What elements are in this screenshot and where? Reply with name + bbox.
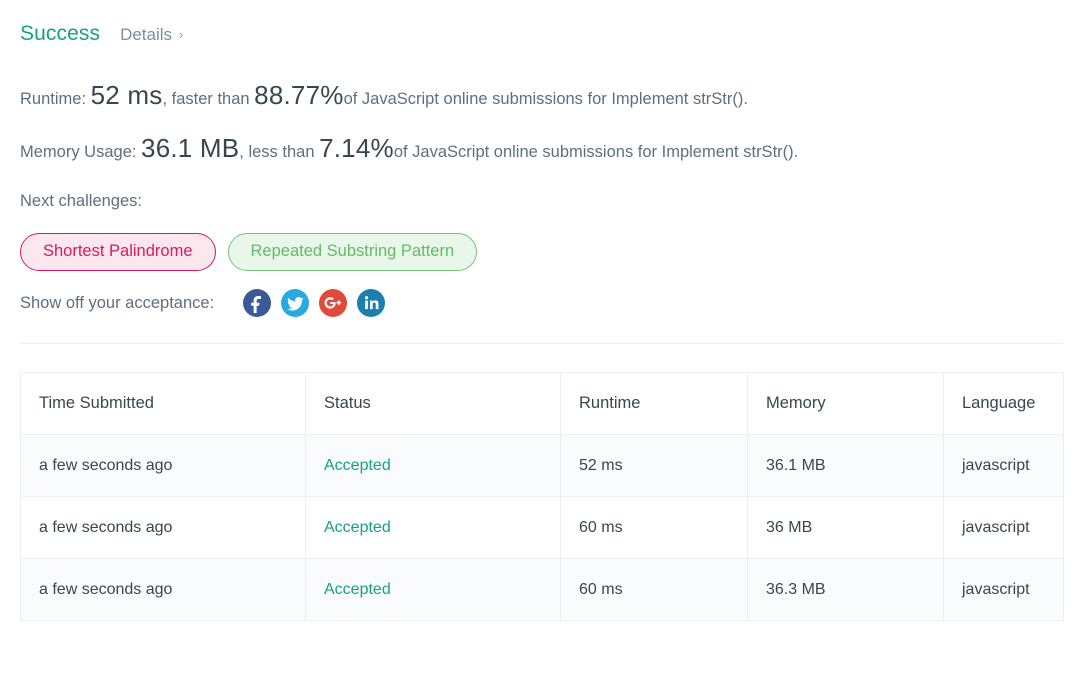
- status-badge[interactable]: Accepted: [324, 457, 391, 474]
- submission-result-page: Success Details › Runtime: 52 ms, faster…: [0, 0, 1080, 683]
- cell-time-submitted: a few seconds ago: [20, 434, 306, 497]
- table-row[interactable]: a few seconds ago Accepted 60 ms 36 MB j…: [20, 496, 1064, 559]
- google-plus-icon[interactable]: [319, 289, 348, 317]
- runtime-mid-text: , faster than: [162, 90, 250, 108]
- column-header-language: Language: [943, 372, 1064, 435]
- table-row[interactable]: a few seconds ago Accepted 52 ms 36.1 MB…: [20, 434, 1064, 497]
- share-label: Show off your acceptance:: [20, 293, 215, 312]
- status-badge[interactable]: Accepted: [324, 581, 391, 598]
- submissions-table-head: Time Submitted Status Runtime Memory Lan…: [20, 372, 1064, 435]
- details-link[interactable]: Details ›: [120, 25, 183, 45]
- details-label: Details: [120, 25, 173, 44]
- column-header-runtime: Runtime: [560, 372, 748, 435]
- column-header-status: Status: [305, 372, 561, 435]
- cell-time-submitted: a few seconds ago: [20, 496, 306, 559]
- cell-status: Accepted: [305, 434, 561, 497]
- runtime-value: 52 ms: [90, 80, 163, 110]
- result-header: Success Details ›: [20, 22, 183, 46]
- cell-memory: 36.1 MB: [747, 434, 944, 497]
- cell-status: Accepted: [305, 558, 561, 621]
- column-header-memory: Memory: [747, 372, 944, 435]
- cell-runtime: 60 ms: [560, 558, 748, 621]
- memory-value: 36.1 MB: [141, 133, 240, 163]
- memory-tail-text: of JavaScript online submissions for Imp…: [393, 143, 799, 161]
- linkedin-icon[interactable]: [357, 289, 386, 317]
- challenge-pill-shortest-palindrome[interactable]: Shortest Palindrome: [20, 233, 216, 271]
- memory-percentile: 7.14%: [319, 133, 394, 163]
- cell-status: Accepted: [305, 496, 561, 559]
- share-row: Show off your acceptance:: [20, 289, 395, 317]
- cell-memory: 36.3 MB: [747, 558, 944, 621]
- memory-label: Memory Usage:: [20, 143, 137, 161]
- cell-language: javascript: [943, 434, 1064, 497]
- status-title: Success: [20, 22, 101, 45]
- cell-language: javascript: [943, 496, 1064, 559]
- twitter-icon[interactable]: [281, 289, 310, 317]
- cell-language: javascript: [943, 558, 1064, 621]
- cell-runtime: 60 ms: [560, 496, 748, 559]
- table-row[interactable]: a few seconds ago Accepted 60 ms 36.3 MB…: [20, 558, 1064, 621]
- challenge-pill-repeated-substring-pattern[interactable]: Repeated Substring Pattern: [227, 233, 478, 271]
- runtime-label: Runtime:: [20, 90, 87, 108]
- cell-memory: 36 MB: [747, 496, 944, 559]
- submissions-table: Time Submitted Status Runtime Memory Lan…: [20, 372, 1064, 621]
- chevron-right-icon: ›: [179, 27, 184, 42]
- runtime-stat-line: Runtime: 52 ms, faster than 88.77%of Jav…: [20, 82, 748, 108]
- cell-time-submitted: a few seconds ago: [20, 558, 306, 621]
- table-header-row: Time Submitted Status Runtime Memory Lan…: [20, 372, 1064, 435]
- facebook-icon[interactable]: [243, 289, 272, 317]
- memory-mid-text: , less than: [239, 143, 315, 161]
- section-divider: [20, 343, 1063, 344]
- runtime-tail-text: of JavaScript online submissions for Imp…: [343, 90, 748, 108]
- column-header-time-submitted: Time Submitted: [20, 372, 306, 435]
- status-badge[interactable]: Accepted: [324, 519, 391, 536]
- next-challenges-label: Next challenges:: [20, 192, 142, 210]
- cell-runtime: 52 ms: [560, 434, 748, 497]
- next-challenges-list: Shortest Palindrome Repeated Substring P…: [20, 233, 478, 271]
- submissions-table-body: a few seconds ago Accepted 52 ms 36.1 MB…: [20, 434, 1064, 621]
- runtime-percentile: 88.77%: [254, 80, 344, 110]
- memory-stat-line: Memory Usage: 36.1 MB, less than 7.14%of…: [20, 135, 798, 161]
- submissions-table-wrapper: Time Submitted Status Runtime Memory Lan…: [20, 372, 1064, 621]
